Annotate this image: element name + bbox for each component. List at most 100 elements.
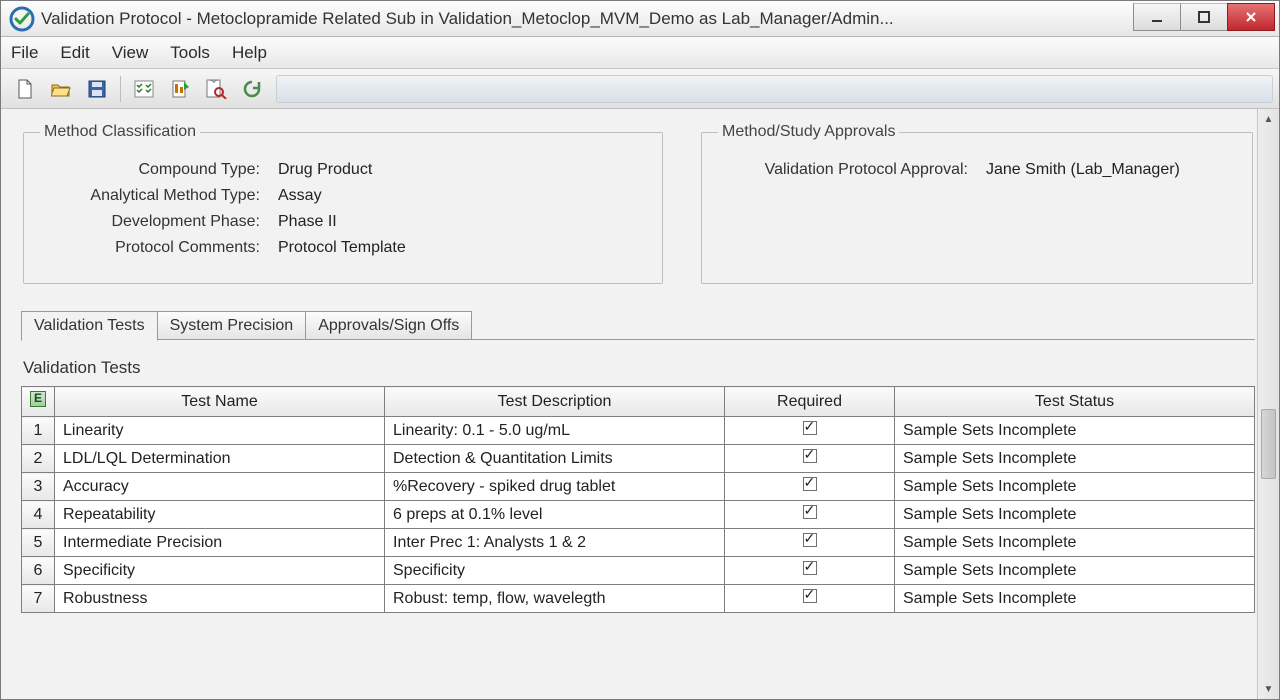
cell-test-description[interactable]: %Recovery - spiked drug tablet (385, 473, 725, 501)
required-checkbox[interactable] (803, 421, 817, 435)
toolbar-separator (120, 76, 121, 102)
minimize-button[interactable] (1133, 3, 1181, 31)
col-test-description[interactable]: Test Description (385, 387, 725, 417)
table-row[interactable]: 1LinearityLinearity: 0.1 - 5.0 ug/mL Samp… (22, 417, 1255, 445)
table-header-icon (30, 391, 46, 407)
panel-title: Validation Tests (23, 358, 1255, 378)
table-corner-icon[interactable] (22, 387, 55, 417)
analytical-method-type-label: Analytical Method Type: (40, 187, 260, 205)
validation-protocol-approval-value: Jane Smith (Lab_Manager) (986, 161, 1180, 179)
preview-button[interactable] (200, 74, 232, 104)
col-test-name[interactable]: Test Name (55, 387, 385, 417)
table-row[interactable]: 7RobustnessRobust: temp, flow, wavelegth… (22, 585, 1255, 613)
cell-required[interactable] (725, 557, 895, 585)
menubar: File Edit View Tools Help (1, 37, 1279, 69)
row-number[interactable]: 4 (22, 501, 55, 529)
development-phase-label: Development Phase: (40, 213, 260, 231)
compound-type-value: Drug Product (278, 161, 372, 179)
cell-test-status[interactable]: Sample Sets Incomplete (895, 501, 1255, 529)
tab-system-precision[interactable]: System Precision (157, 311, 307, 340)
menu-help[interactable]: Help (232, 43, 267, 63)
cell-test-description[interactable]: Linearity: 0.1 - 5.0 ug/mL (385, 417, 725, 445)
menu-file[interactable]: File (11, 43, 38, 63)
table-row[interactable]: 6SpecificitySpecificitySample Sets Incom… (22, 557, 1255, 585)
cell-test-status[interactable]: Sample Sets Incomplete (895, 585, 1255, 613)
window-title: Validation Protocol - Metoclopramide Rel… (41, 9, 1133, 29)
table-row[interactable]: 4Repeatability6 preps at 0.1% level Sampl… (22, 501, 1255, 529)
cell-test-description[interactable]: Detection & Quantitation Limits (385, 445, 725, 473)
col-required[interactable]: Required (725, 387, 895, 417)
cell-test-status[interactable]: Sample Sets Incomplete (895, 473, 1255, 501)
cell-test-name[interactable]: Robustness (55, 585, 385, 613)
cell-test-name[interactable]: Repeatability (55, 501, 385, 529)
required-checkbox[interactable] (803, 449, 817, 463)
row-number[interactable]: 2 (22, 445, 55, 473)
menu-tools[interactable]: Tools (170, 43, 210, 63)
cell-test-description[interactable]: Robust: temp, flow, wavelegth (385, 585, 725, 613)
required-checkbox[interactable] (803, 477, 817, 491)
tabpanel-validation-tests: Validation Tests Test Name Test Descript… (21, 340, 1255, 613)
table-row[interactable]: 5Intermediate PrecisionInter Prec 1: Ana… (22, 529, 1255, 557)
required-checkbox[interactable] (803, 533, 817, 547)
cell-required[interactable] (725, 473, 895, 501)
development-phase-value: Phase II (278, 213, 337, 231)
validation-tests-table[interactable]: Test Name Test Description Required Test… (21, 386, 1255, 613)
close-button[interactable] (1227, 3, 1275, 31)
cell-test-description[interactable]: Inter Prec 1: Analysts 1 & 2 (385, 529, 725, 557)
method-study-approvals-legend: Method/Study Approvals (718, 123, 899, 141)
cell-test-description[interactable]: 6 preps at 0.1% level (385, 501, 725, 529)
scroll-thumb[interactable] (1261, 409, 1276, 479)
cell-test-description[interactable]: Specificity (385, 557, 725, 585)
menu-edit[interactable]: Edit (60, 43, 89, 63)
method-classification-fieldset: Method Classification Compound Type: Drug… (23, 123, 663, 284)
window-buttons (1133, 1, 1279, 36)
maximize-button[interactable] (1180, 3, 1228, 31)
report-button[interactable] (164, 74, 196, 104)
tab-validation-tests[interactable]: Validation Tests (21, 311, 158, 341)
cell-test-status[interactable]: Sample Sets Incomplete (895, 557, 1255, 585)
cell-test-name[interactable]: Accuracy (55, 473, 385, 501)
new-button[interactable] (9, 74, 41, 104)
tab-approvals-sign-offs[interactable]: Approvals/Sign Offs (305, 311, 472, 340)
scroll-down-icon[interactable]: ▼ (1258, 679, 1279, 699)
required-checkbox[interactable] (803, 561, 817, 575)
open-button[interactable] (45, 74, 77, 104)
menu-view[interactable]: View (112, 43, 149, 63)
cell-test-status[interactable]: Sample Sets Incomplete (895, 445, 1255, 473)
cell-test-status[interactable]: Sample Sets Incomplete (895, 529, 1255, 557)
cell-required[interactable] (725, 529, 895, 557)
row-number[interactable]: 1 (22, 417, 55, 445)
row-number[interactable]: 7 (22, 585, 55, 613)
cell-test-status[interactable]: Sample Sets Incomplete (895, 417, 1255, 445)
content-pane: Method Classification Compound Type: Drug… (1, 109, 1279, 699)
table-row[interactable]: 3Accuracy%Recovery - spiked drug tablet S… (22, 473, 1255, 501)
cell-test-name[interactable]: Linearity (55, 417, 385, 445)
app-icon (9, 6, 35, 32)
cell-required[interactable] (725, 501, 895, 529)
cell-test-name[interactable]: LDL/LQL Determination (55, 445, 385, 473)
vertical-scrollbar[interactable]: ▲ ▼ (1257, 109, 1279, 699)
cell-required[interactable] (725, 585, 895, 613)
required-checkbox[interactable] (803, 589, 817, 603)
protocol-comments-value: Protocol Template (278, 239, 406, 257)
method-study-approvals-fieldset: Method/Study Approvals Validation Protoc… (701, 123, 1253, 284)
table-row[interactable]: 2LDL/LQL DeterminationDetection & Quanti… (22, 445, 1255, 473)
cell-test-name[interactable]: Intermediate Precision (55, 529, 385, 557)
scroll-up-icon[interactable]: ▲ (1258, 109, 1279, 129)
required-checkbox[interactable] (803, 505, 817, 519)
cell-required[interactable] (725, 445, 895, 473)
col-test-status[interactable]: Test Status (895, 387, 1255, 417)
cell-required[interactable] (725, 417, 895, 445)
cell-test-name[interactable]: Specificity (55, 557, 385, 585)
analytical-method-type-value: Assay (278, 187, 322, 205)
refresh-button[interactable] (236, 74, 268, 104)
compound-type-label: Compound Type: (40, 161, 260, 179)
save-button[interactable] (81, 74, 113, 104)
app-window: Validation Protocol - Metoclopramide Rel… (0, 0, 1280, 700)
method-classification-legend: Method Classification (40, 123, 200, 141)
row-number[interactable]: 3 (22, 473, 55, 501)
protocol-comments-label: Protocol Comments: (40, 239, 260, 257)
row-number[interactable]: 5 (22, 529, 55, 557)
checklist-button[interactable] (128, 74, 160, 104)
row-number[interactable]: 6 (22, 557, 55, 585)
